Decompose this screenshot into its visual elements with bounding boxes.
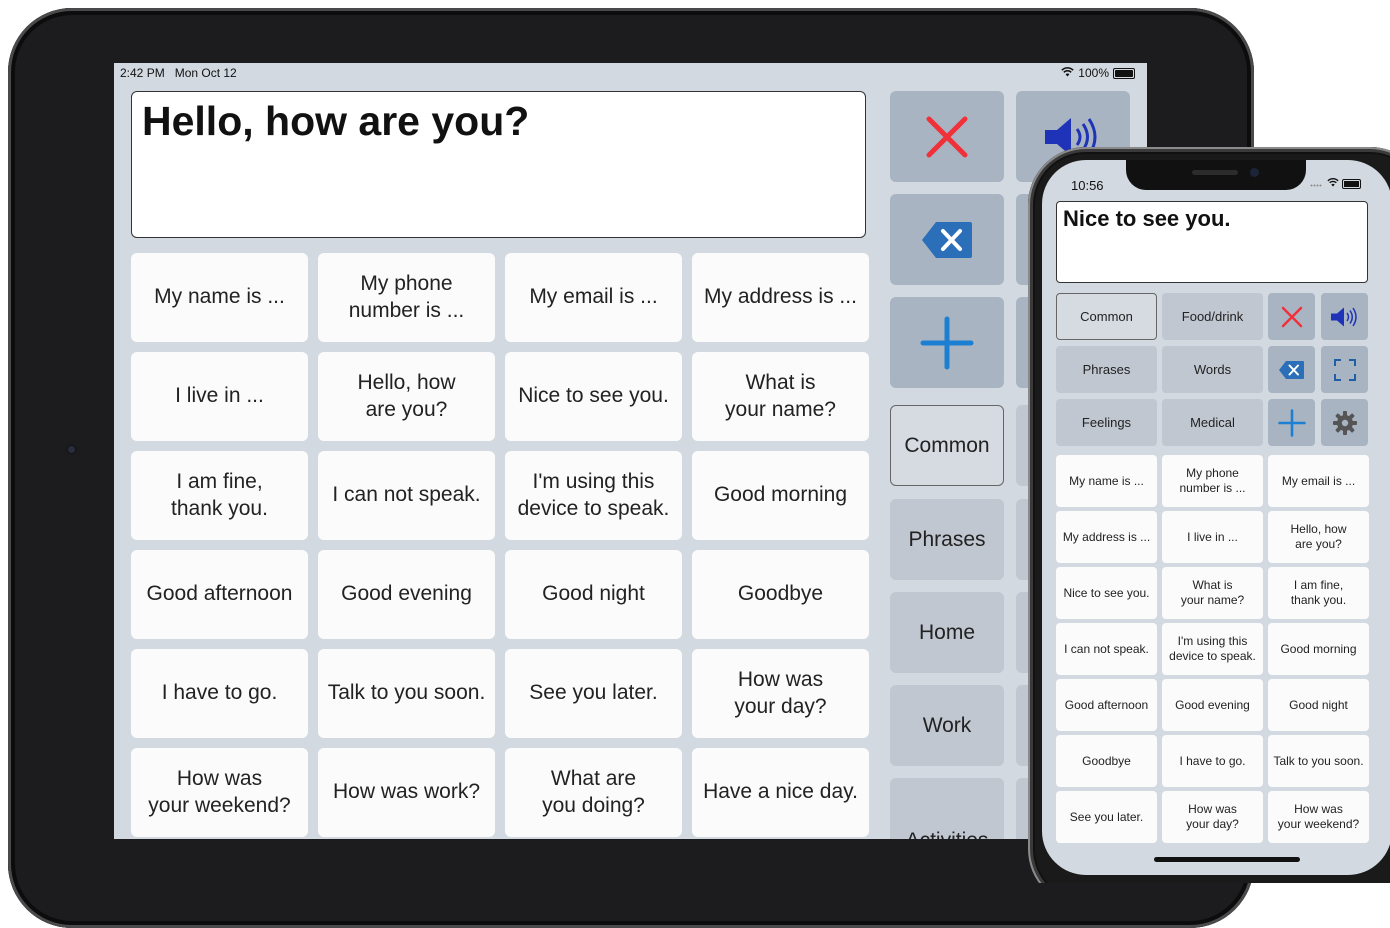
phrase-button[interactable]: See you later. — [1056, 791, 1157, 843]
fullscreen-button[interactable] — [1321, 346, 1368, 393]
phrase-button[interactable]: My address is ... — [1056, 511, 1157, 563]
phrase-button[interactable]: Nice to see you. — [505, 352, 682, 441]
phrase-button[interactable]: Good evening — [1162, 679, 1263, 731]
add-icon — [920, 316, 974, 369]
phrase-button[interactable]: Good afternoon — [131, 550, 308, 639]
category-activities[interactable]: Activities — [890, 778, 1004, 839]
add-button[interactable] — [1268, 399, 1315, 446]
backspace-button[interactable] — [1268, 346, 1315, 393]
phrase-button[interactable]: See you later. — [505, 649, 682, 738]
battery-icon — [1342, 179, 1361, 189]
settings-icon — [1332, 410, 1357, 435]
phrase-button[interactable]: My name is ... — [131, 253, 308, 342]
ipad-status-bar: 2:42 PM Mon Oct 12 100% — [114, 63, 1147, 83]
phrase-button[interactable]: What are you doing? — [505, 748, 682, 837]
iphone-device: 10:56 Nice to see you. Common Food/drink… — [1028, 147, 1390, 883]
iphone-notch — [1126, 160, 1306, 190]
phrase-button[interactable]: How was your day? — [1162, 791, 1263, 843]
speaker-icon — [1192, 170, 1238, 175]
phrase-button[interactable]: Talk to you soon. — [1268, 735, 1369, 787]
clear-icon — [926, 116, 968, 157]
wifi-icon — [1327, 178, 1339, 190]
iphone-screen: 10:56 Nice to see you. Common Food/drink… — [1042, 160, 1390, 875]
category-phrases[interactable]: Phrases — [890, 499, 1004, 580]
phrase-button[interactable]: Good night — [1268, 679, 1369, 731]
backspace-button[interactable] — [890, 194, 1004, 285]
phrase-button[interactable]: I'm using this device to speak. — [505, 451, 682, 540]
iphone-phrase-grid: My name is ... My phone number is ... My e… — [1056, 455, 1369, 843]
fullscreen-icon — [1333, 358, 1356, 381]
phrase-button[interactable]: I live in ... — [1162, 511, 1263, 563]
category-common[interactable]: Common — [1056, 293, 1157, 340]
ipad-screen: 2:42 PM Mon Oct 12 100% Hello, how are y… — [114, 63, 1147, 839]
category-food-drink[interactable]: Food/drink — [1162, 293, 1263, 340]
iphone-status-time: 10:56 — [1071, 178, 1104, 193]
phrase-button[interactable]: Talk to you soon. — [318, 649, 495, 738]
signal-icon — [1310, 178, 1324, 190]
phrase-button[interactable]: Good morning — [1268, 623, 1369, 675]
phrase-button[interactable]: Nice to see you. — [1056, 567, 1157, 619]
phrase-button[interactable]: My phone number is ... — [318, 253, 495, 342]
category-home[interactable]: Home — [890, 592, 1004, 673]
home-indicator — [1154, 857, 1300, 862]
ipad-camera — [66, 444, 77, 455]
category-work[interactable]: Work — [890, 685, 1004, 766]
ipad-battery-percent: 100% — [1078, 66, 1109, 80]
clear-button[interactable] — [890, 91, 1004, 182]
backspace-icon — [922, 221, 972, 258]
phrase-button[interactable]: How was your weekend? — [131, 748, 308, 837]
backspace-icon — [1279, 360, 1304, 379]
message-display[interactable]: Hello, how are you? — [131, 91, 866, 238]
category-medical[interactable]: Medical — [1162, 399, 1263, 446]
phrase-button[interactable]: Have a nice day. — [692, 748, 869, 837]
phrase-button[interactable]: Goodbye — [1056, 735, 1157, 787]
phrase-button[interactable]: How was your day? — [692, 649, 869, 738]
clear-icon — [1281, 306, 1302, 327]
phrase-button[interactable]: Goodbye — [692, 550, 869, 639]
phrase-button[interactable]: I'm using this device to speak. — [1162, 623, 1263, 675]
phrase-button[interactable]: What is your name? — [1162, 567, 1263, 619]
phrase-button[interactable]: My address is ... — [692, 253, 869, 342]
phrase-button[interactable]: I am fine, thank you. — [1268, 567, 1369, 619]
battery-icon — [1113, 67, 1135, 79]
add-icon — [1277, 408, 1306, 437]
speak-button[interactable] — [1321, 293, 1368, 340]
speak-icon — [1330, 307, 1357, 326]
phrase-button[interactable]: I live in ... — [131, 352, 308, 441]
phrase-button[interactable]: I can not speak. — [1056, 623, 1157, 675]
phrase-button[interactable]: I have to go. — [131, 649, 308, 738]
category-words[interactable]: Words — [1162, 346, 1263, 393]
phrase-button[interactable]: I can not speak. — [318, 451, 495, 540]
phrase-button[interactable]: How was work? — [318, 748, 495, 837]
phrase-button[interactable]: My name is ... — [1056, 455, 1157, 507]
clear-button[interactable] — [1268, 293, 1315, 340]
phrase-button[interactable]: Good morning — [692, 451, 869, 540]
category-feelings[interactable]: Feelings — [1056, 399, 1157, 446]
ipad-phrase-grid: My name is ... My phone number is ... My e… — [131, 253, 869, 837]
phrase-button[interactable]: My email is ... — [1268, 455, 1369, 507]
phrase-button[interactable]: Good evening — [318, 550, 495, 639]
phrase-button[interactable]: How was your weekend? — [1268, 791, 1369, 843]
phrase-button[interactable]: Good night — [505, 550, 682, 639]
phrase-button[interactable]: Hello, how are you? — [1268, 511, 1369, 563]
wifi-icon — [1061, 66, 1075, 80]
phrase-button[interactable]: My email is ... — [505, 253, 682, 342]
add-button[interactable] — [890, 297, 1004, 388]
phrase-button[interactable]: What is your name? — [692, 352, 869, 441]
settings-button[interactable] — [1321, 399, 1368, 446]
ipad-status-time: 2:42 PM Mon Oct 12 — [120, 66, 237, 80]
phrase-button[interactable]: I am fine, thank you. — [131, 451, 308, 540]
category-common[interactable]: Common — [890, 405, 1004, 486]
message-display[interactable]: Nice to see you. — [1056, 201, 1368, 283]
phrase-button[interactable]: My phone number is ... — [1162, 455, 1263, 507]
category-phrases[interactable]: Phrases — [1056, 346, 1157, 393]
phrase-button[interactable]: Hello, how are you? — [318, 352, 495, 441]
phrase-button[interactable]: I have to go. — [1162, 735, 1263, 787]
front-camera-icon — [1250, 168, 1259, 177]
phrase-button[interactable]: Good afternoon — [1056, 679, 1157, 731]
